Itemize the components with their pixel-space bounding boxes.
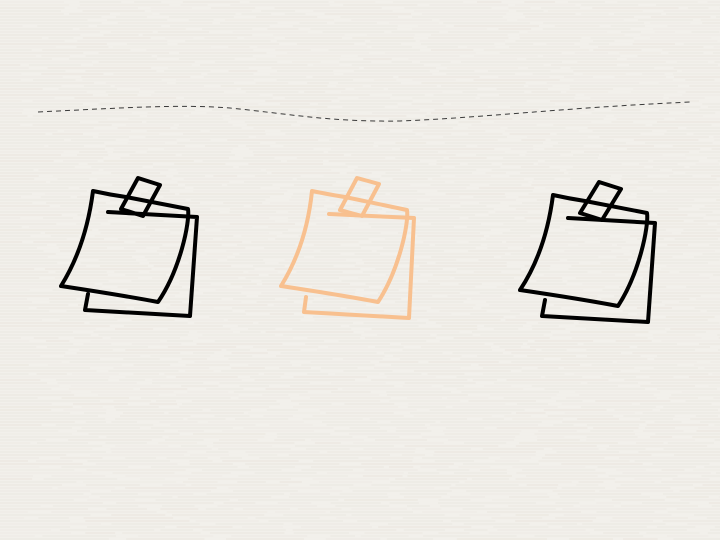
paper-background xyxy=(0,0,720,540)
slide-canvas xyxy=(0,0,720,540)
